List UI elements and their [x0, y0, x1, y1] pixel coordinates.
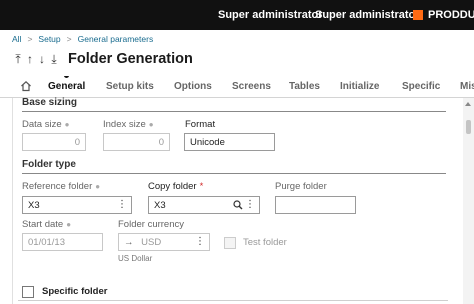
- copy-folder-label: Copy folder *: [148, 181, 204, 192]
- tab-bar: General Setup kits Options Screens Table…: [0, 76, 474, 98]
- folder-currency-value: USD: [141, 237, 162, 248]
- content-border: [12, 98, 13, 304]
- breadcrumb-general-parameters[interactable]: General parameters: [78, 34, 154, 44]
- data-size-field[interactable]: 0: [22, 133, 86, 151]
- arrow-right-icon: →: [124, 237, 134, 248]
- section-divider: [18, 300, 448, 301]
- folder-currency-field[interactable]: → USD ⋮: [118, 233, 210, 251]
- tab-options[interactable]: Options: [174, 81, 212, 92]
- folder-currency-description: US Dollar: [118, 254, 153, 263]
- download-icon[interactable]: ⤓: [48, 52, 60, 67]
- purge-folder-label: Purge folder: [275, 181, 327, 192]
- chevron-right-icon: >: [27, 34, 33, 44]
- folder-menu[interactable]: PRODDUM: [428, 9, 474, 21]
- page-title: Folder Generation: [68, 51, 193, 67]
- arrow-down-icon[interactable]: ↓: [36, 52, 48, 66]
- copy-folder-field[interactable]: X3 ⋮: [148, 196, 260, 214]
- breadcrumb-all[interactable]: All: [12, 34, 21, 44]
- section-divider: [22, 111, 446, 112]
- more-actions-icon[interactable]: ⋮: [195, 236, 205, 248]
- folder-status-icon: [413, 10, 423, 20]
- arrow-up-icon[interactable]: ↑: [24, 52, 36, 66]
- breadcrumb-setup[interactable]: Setup: [38, 34, 60, 44]
- more-actions-icon[interactable]: ⋮: [117, 199, 127, 211]
- pin-icon[interactable]: ⤒: [12, 52, 24, 67]
- specific-folder-checkbox[interactable]: [22, 286, 34, 298]
- record-nav: ⤒ ↑ ↓ ⤓: [12, 52, 60, 68]
- scroll-thumb[interactable]: [466, 120, 471, 134]
- test-folder-checkbox[interactable]: [224, 237, 236, 249]
- section-base-sizing: Base sizing: [22, 97, 78, 108]
- tab-setup-kits[interactable]: Setup kits: [106, 81, 154, 92]
- start-date-field[interactable]: 01/01/13: [22, 233, 103, 251]
- reference-folder-field[interactable]: X3 ⋮: [22, 196, 132, 214]
- index-size-field[interactable]: 0: [103, 133, 170, 151]
- role-menu[interactable]: Super administrator: [315, 9, 420, 21]
- format-field[interactable]: Unicode: [184, 133, 275, 151]
- format-label: Format: [185, 119, 216, 130]
- tab-tables[interactable]: Tables: [289, 81, 320, 92]
- index-size-label: Index size ●: [103, 119, 154, 130]
- folder-currency-label: Folder currency: [118, 219, 184, 230]
- scroll-up-icon[interactable]: [465, 102, 471, 106]
- search-icon[interactable]: [233, 200, 243, 210]
- chevron-right-icon: >: [66, 34, 72, 44]
- specific-folder-label: Specific folder: [42, 286, 108, 297]
- tab-initialize[interactable]: Initialize: [340, 81, 379, 92]
- section-divider: [22, 173, 446, 174]
- home-icon[interactable]: [20, 80, 32, 92]
- vertical-scrollbar[interactable]: [463, 98, 474, 304]
- breadcrumb: All > Setup > General parameters: [12, 34, 153, 44]
- tab-specific[interactable]: Specific: [402, 81, 440, 92]
- data-size-label: Data size ●: [22, 119, 70, 130]
- section-folder-type: Folder type: [22, 159, 76, 170]
- copy-folder-value: X3: [154, 200, 166, 211]
- start-date-label: Start date ●: [22, 219, 72, 230]
- tab-general[interactable]: General: [48, 76, 85, 92]
- tab-screens[interactable]: Screens: [232, 81, 271, 92]
- user-menu[interactable]: Super administrator: [218, 9, 323, 21]
- purge-folder-field[interactable]: [275, 196, 356, 214]
- reference-folder-label: Reference folder ●: [22, 181, 101, 192]
- reference-folder-value: X3: [28, 200, 40, 211]
- test-folder-label: Test folder: [243, 237, 287, 248]
- more-actions-icon[interactable]: ⋮: [245, 199, 255, 211]
- tab-miscellaneous[interactable]: Mis: [460, 81, 474, 92]
- top-bar: Super administrator Super administrator …: [0, 0, 474, 30]
